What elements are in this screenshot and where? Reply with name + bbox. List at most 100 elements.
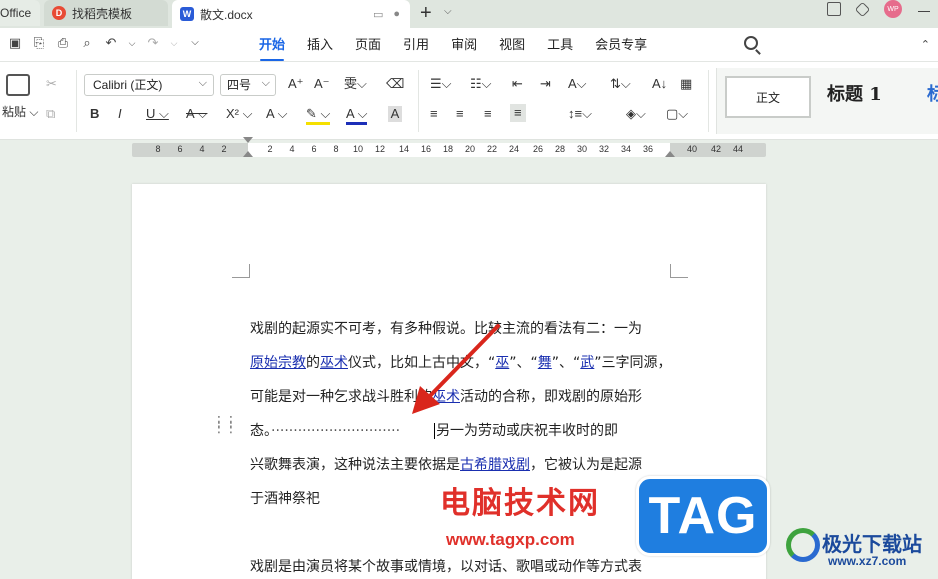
bold-icon[interactable]: B xyxy=(90,106,99,122)
layout-icon[interactable] xyxy=(827,2,841,16)
save-icon[interactable]: ▣ xyxy=(8,36,22,50)
menu-page[interactable]: 页面 xyxy=(344,36,392,54)
style-normal[interactable]: 正文 xyxy=(725,76,811,118)
style-heading1[interactable]: 标题 1 xyxy=(827,80,882,106)
ruler-number: 2 xyxy=(267,144,273,154)
strikethrough-icon[interactable]: A ⌵ xyxy=(186,106,207,122)
show-marks-icon[interactable]: ▦ xyxy=(680,76,692,92)
menu-home[interactable]: 开始 xyxy=(248,36,296,61)
text-effect-icon[interactable]: A ⌵ xyxy=(266,106,287,122)
char-shading-icon[interactable]: A xyxy=(388,106,402,122)
justify-icon[interactable]: ≡ xyxy=(510,104,526,122)
decrease-indent-icon[interactable]: ⇤ xyxy=(512,76,523,92)
text-direction-icon[interactable]: A⌵ xyxy=(568,76,587,92)
ruler-number: 2 xyxy=(221,144,227,154)
menu-tools[interactable]: 工具 xyxy=(536,36,584,54)
left-indent-marker[interactable] xyxy=(243,151,253,157)
style-heading2[interactable]: 标 xyxy=(927,80,938,106)
ribbon-toolbar: 粘贴 ⌵ ✂ ⧉ Calibri (正文) 四号 A⁺ A⁻ 雯⌵ ⌫ B I … xyxy=(0,62,938,140)
dot-leader: ····························· xyxy=(271,423,401,439)
underline-icon[interactable]: U ⌵ xyxy=(146,106,169,122)
numbered-list-icon[interactable]: ☷⌵ xyxy=(470,76,492,92)
hyperlink[interactable]: 古希腊戏剧 xyxy=(460,457,530,473)
ruler-number: 24 xyxy=(508,144,520,154)
line-7: 戏剧是由演员将某个故事或情境，以对话、歌唱或动作等方式表 xyxy=(250,559,642,575)
paragraph-drag-handle-icon[interactable]: ⋮⋮ ⋮⋮ xyxy=(212,414,238,434)
bullet-list-icon[interactable]: ☰⌵ xyxy=(430,76,452,92)
menu-view[interactable]: 视图 xyxy=(488,36,536,54)
ruler-number: 20 xyxy=(464,144,476,154)
export-icon[interactable]: ⎘ xyxy=(32,36,46,50)
minimize-icon[interactable] xyxy=(918,10,930,12)
borders-icon[interactable]: ▢⌵ xyxy=(666,106,688,122)
ruler-number: 8 xyxy=(155,144,161,154)
word-doc-icon: W xyxy=(180,7,194,21)
italic-icon[interactable]: I xyxy=(118,106,122,122)
menu-insert[interactable]: 插入 xyxy=(296,36,344,54)
tab-document[interactable]: W 散文.docx ▭ ● xyxy=(172,0,410,28)
menu-member[interactable]: 会员专享 xyxy=(584,36,658,54)
collapse-ribbon-icon[interactable]: ⌃ xyxy=(921,38,930,51)
undo-icon[interactable]: ↶ xyxy=(104,36,118,50)
search-icon[interactable] xyxy=(744,36,758,50)
menu-reference[interactable]: 引用 xyxy=(392,36,440,54)
paste-icon[interactable] xyxy=(6,74,30,96)
font-size-select[interactable]: 四号 xyxy=(220,73,276,96)
hyperlink[interactable]: 武 xyxy=(580,355,594,371)
print-icon[interactable]: ⎙ xyxy=(56,36,70,50)
tab-office[interactable]: Office xyxy=(0,0,40,26)
ruler-number: 4 xyxy=(289,144,295,154)
font-name-select[interactable]: Calibri (正文) xyxy=(84,73,214,96)
unsaved-dot-icon[interactable]: ● xyxy=(393,8,400,21)
sort-az-icon[interactable]: A↓ xyxy=(652,76,667,92)
ruler-number: 12 xyxy=(374,144,386,154)
paste-button[interactable]: 粘贴 ⌵ xyxy=(2,104,38,120)
menu-review[interactable]: 审阅 xyxy=(440,36,488,54)
tab-template[interactable]: D 找稻壳模板 xyxy=(44,0,168,26)
line-5: 兴歌舞表演，这种说法主要依据是古希腊戏剧，它被认为是起源 xyxy=(250,448,674,482)
ruler-number: 32 xyxy=(598,144,610,154)
screen-icon[interactable]: ▭ xyxy=(373,8,383,21)
ruler-number: 18 xyxy=(442,144,454,154)
hyperlink[interactable]: 原始宗教 xyxy=(250,355,306,371)
tag-logo: TAG xyxy=(636,476,770,556)
avatar[interactable]: WP xyxy=(884,0,902,18)
undo-chevron-icon[interactable]: ⌵ xyxy=(128,36,136,50)
sort-icon[interactable]: ⇅⌵ xyxy=(610,76,631,92)
horizontal-ruler[interactable]: 8 6 4 2 2 4 6 8 10 12 14 16 18 20 22 24 26 28 30 32 34 36 40 42… xyxy=(132,137,766,157)
ruler-number: 30 xyxy=(576,144,588,154)
tab-label: 找稻壳模板 xyxy=(72,6,133,21)
cube-icon[interactable] xyxy=(854,1,871,17)
ruler-number: 10 xyxy=(352,144,364,154)
clear-format-icon[interactable]: ⌫ xyxy=(386,76,404,92)
pinyin-icon[interactable]: 雯⌵ xyxy=(344,76,367,92)
first-line-indent-marker[interactable] xyxy=(243,137,253,143)
redo-chevron-icon[interactable]: ⌵ xyxy=(170,36,178,50)
quick-access-more-icon[interactable]: ⌵ xyxy=(188,36,202,50)
shading-icon[interactable]: ◈⌵ xyxy=(626,106,646,122)
align-center-icon[interactable]: ≡ xyxy=(456,106,464,122)
line-spacing-icon[interactable]: ↕≡⌵ xyxy=(568,106,592,122)
align-left-icon[interactable]: ≡ xyxy=(430,106,438,122)
tab-label: Office xyxy=(0,6,32,20)
highlight-icon[interactable]: ✎ ⌵ xyxy=(306,106,331,125)
cut-icon[interactable]: ✂ xyxy=(46,76,57,92)
shrink-font-icon[interactable]: A⁻ xyxy=(314,76,330,92)
new-tab-button[interactable]: + xyxy=(420,2,432,24)
copy-icon[interactable]: ⧉ xyxy=(46,106,55,122)
text: 另一为劳动或庆祝丰收时的即 xyxy=(436,423,619,439)
align-right-icon[interactable]: ≡ xyxy=(484,106,492,122)
text: ”三字同源， xyxy=(594,355,672,371)
ruler-number: 34 xyxy=(620,144,632,154)
font-color-icon[interactable]: A ⌵ xyxy=(346,106,368,125)
hyperlink[interactable]: 巫术 xyxy=(320,355,348,371)
hyperlink[interactable]: 舞 xyxy=(538,355,552,371)
redo-icon[interactable]: ↷ xyxy=(146,36,160,50)
print-preview-icon[interactable]: ⌕ xyxy=(80,36,94,50)
tab-list-chevron-icon[interactable]: ⌵ xyxy=(444,6,452,17)
increase-indent-icon[interactable]: ⇥ xyxy=(540,76,551,92)
superscript-icon[interactable]: X² ⌵ xyxy=(226,106,252,122)
grow-font-icon[interactable]: A⁺ xyxy=(288,76,304,92)
brand-url: www.xz7.com xyxy=(828,554,907,568)
right-indent-marker[interactable] xyxy=(665,151,675,157)
